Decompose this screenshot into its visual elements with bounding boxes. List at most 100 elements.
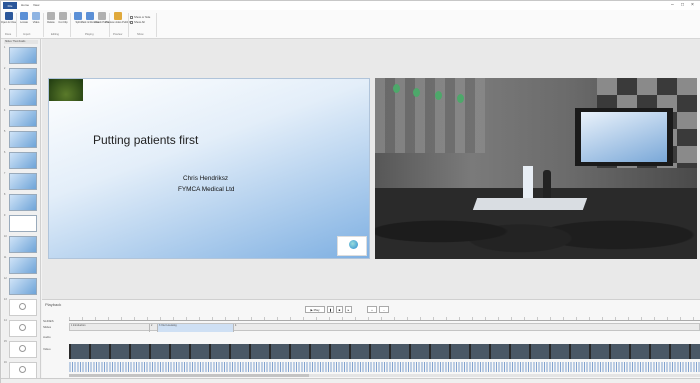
slide-photo xyxy=(49,79,83,101)
slide-number: 14 xyxy=(4,319,7,322)
slide-segment[interactable]: 3 Your Licensing xyxy=(158,324,234,332)
thumbnail-image xyxy=(9,89,37,106)
stop-button[interactable]: ■ xyxy=(336,306,343,313)
slide-thumbnail[interactable]: 10 xyxy=(4,235,38,254)
thumbnail-image xyxy=(9,47,37,64)
split-icon xyxy=(74,12,82,20)
slide-thumbnail[interactable]: 7 xyxy=(4,172,38,191)
play-button[interactable]: ▶ Play xyxy=(305,306,325,313)
video-icon xyxy=(32,12,40,20)
slide-thumbnail[interactable]: 13 xyxy=(4,298,38,317)
tab-home[interactable]: Home xyxy=(21,3,29,7)
check-icon xyxy=(98,12,106,20)
scissors-icon xyxy=(59,12,67,20)
cut-clip-button[interactable]: Cut Clip xyxy=(57,12,69,34)
projector-screen xyxy=(575,108,673,166)
slide-thumbnail[interactable]: 9 xyxy=(4,214,38,233)
company-logo xyxy=(337,236,367,256)
globe-icon xyxy=(349,240,358,249)
loading-icon xyxy=(19,324,26,331)
slide-segment[interactable]: 4 xyxy=(234,324,254,332)
slide-thumbnail[interactable]: 11 xyxy=(4,256,38,275)
track-label-slides: Slides xyxy=(43,325,52,329)
zoom-in-button[interactable]: + xyxy=(367,306,377,313)
preview-icon xyxy=(114,12,122,20)
timeline-scrollbar[interactable] xyxy=(69,374,700,377)
slide-preview: Putting patients first Chris Hendriksz F… xyxy=(48,78,370,259)
slide-thumbnail[interactable]: 14 xyxy=(4,319,38,338)
thumbnail-image xyxy=(9,110,37,127)
minimize-icon[interactable]: – xyxy=(671,2,674,8)
pause-button[interactable]: ❚ xyxy=(327,306,334,313)
delete-icon xyxy=(47,12,55,20)
projected-slide xyxy=(581,112,667,162)
slide-thumbnail[interactable]: 1 xyxy=(4,46,38,65)
slide-number: 10 xyxy=(4,235,7,238)
next-icon: ▸ xyxy=(347,307,350,312)
zoom-out-button[interactable]: − xyxy=(379,306,389,313)
slide-thumbnail[interactable]: 15 xyxy=(4,340,38,359)
slide-thumbnail[interactable]: 2 xyxy=(4,67,38,86)
slide-thumbnail[interactable]: 6 xyxy=(4,151,38,170)
scrollbar-thumb[interactable] xyxy=(69,374,309,377)
presenter-organization: FYMCA Medical Ltd xyxy=(178,186,235,193)
slides-track[interactable]: 1 Introduction 2 3 Your Licensing 4 xyxy=(69,323,700,332)
preview-publish-button[interactable]: Preview video Publish xyxy=(105,12,131,34)
thumbnail-image xyxy=(9,194,37,211)
slide-number: 2 xyxy=(4,67,6,70)
track-label-video: Video xyxy=(43,347,51,351)
slide-thumbnail[interactable]: 5 xyxy=(4,130,38,149)
ribbon-divider xyxy=(156,13,157,37)
delete-button[interactable]: Delete xyxy=(45,12,57,34)
zoom-out-icon: − xyxy=(383,307,385,312)
slide-number: 7 xyxy=(4,172,6,175)
wall-plant xyxy=(393,84,400,93)
thumbnail-image xyxy=(9,215,37,232)
pause-icon: ❚ xyxy=(329,307,332,312)
thumbnail-image xyxy=(9,257,37,274)
timeline-ruler[interactable] xyxy=(69,317,700,321)
open-icon xyxy=(5,12,13,20)
mark-icon xyxy=(86,12,94,20)
wall-plant xyxy=(435,91,442,100)
show-hide-label: Show or hide xyxy=(134,15,151,19)
slide-number: 13 xyxy=(4,298,7,301)
locate-button[interactable]: Locate xyxy=(18,12,30,34)
audio-waveform[interactable] xyxy=(69,362,700,372)
slide-thumbnails-pane: Slides Thumbnails 1 2 3 4 5 6 7 8 9 10 1… xyxy=(2,39,41,383)
slide-title: Putting patients first xyxy=(93,133,199,147)
ribbon-divider xyxy=(128,13,129,37)
ribbon-divider xyxy=(109,13,110,37)
close-icon[interactable]: × xyxy=(691,2,694,8)
cut-clip-label: Cut Clip xyxy=(58,21,68,24)
video-track[interactable] xyxy=(69,344,700,359)
tab-file[interactable]: File xyxy=(3,2,17,9)
open-close-button[interactable]: Open & Close xyxy=(1,12,17,34)
slide-thumbnail[interactable]: 8 xyxy=(4,193,38,212)
slide-segment[interactable]: 2 xyxy=(150,324,158,332)
slide-segment[interactable]: 1 Introduction xyxy=(70,324,150,332)
next-button[interactable]: ▸ xyxy=(345,306,352,313)
slide-thumbnail[interactable]: 3 xyxy=(4,88,38,107)
video-preview[interactable] xyxy=(375,78,697,259)
group-playing: Playing xyxy=(85,33,94,36)
video-button[interactable]: Video xyxy=(30,12,42,34)
show-hide-checkbox[interactable]: Show or hide xyxy=(130,15,150,19)
tab-view[interactable]: View xyxy=(33,3,39,7)
maximize-icon[interactable]: □ xyxy=(681,2,684,8)
slide-thumbnail[interactable]: 4 xyxy=(4,109,38,128)
slide-number: 8 xyxy=(4,193,6,196)
video-label: Video xyxy=(32,21,40,24)
slide-thumbnail[interactable]: 12 xyxy=(4,277,38,296)
delete-label: Delete xyxy=(47,21,55,24)
ribbon-divider xyxy=(70,13,71,37)
show-all-checkbox[interactable]: Show All xyxy=(130,20,145,24)
wall-plant xyxy=(413,88,420,97)
thumbnail-image xyxy=(9,173,37,190)
loading-icon xyxy=(19,303,26,310)
video-wall-panels xyxy=(375,78,485,153)
ribbon-divider xyxy=(16,13,17,37)
audience xyxy=(375,190,697,259)
group-done: Done xyxy=(5,33,12,36)
thumbnail-image xyxy=(9,236,37,253)
